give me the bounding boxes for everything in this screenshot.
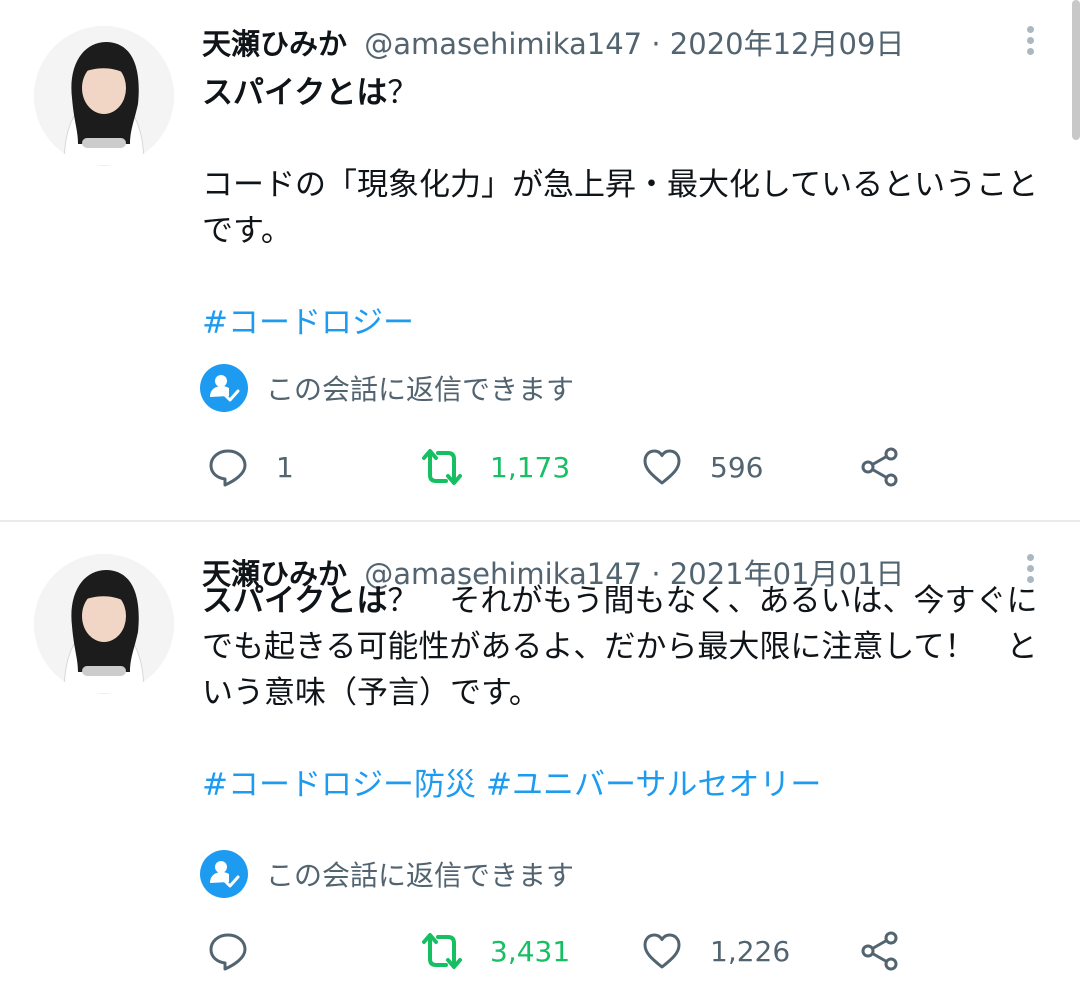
author-name[interactable]: 天瀬ひみか [202, 27, 347, 61]
separator: · [651, 27, 661, 61]
reply-button[interactable] [206, 921, 276, 981]
avatar[interactable] [34, 554, 174, 694]
tweet-card[interactable]: 天瀬ひみか @amasehimika147 · 2020年12月09日 スパイク… [0, 0, 1080, 520]
reply-icon [209, 449, 247, 487]
share-icon [861, 447, 898, 487]
tweet-text: スパイクとは？ コードの「現象化力」が急上昇・最大化しているということです。 #… [202, 70, 1052, 346]
tweet-actions: 3,431 1,226 [200, 921, 920, 981]
tweet-text: スパイクとは？ それがもう間もなく、あるいは、今すぐにでも起きる可能性があるよ、… [202, 578, 1052, 808]
retweet-button[interactable]: 3,431 [418, 921, 570, 981]
like-icon [643, 933, 681, 969]
retweet-button[interactable]: 1,173 [418, 437, 570, 497]
tweet-bold-text: スパイクとは [202, 75, 388, 111]
avatar[interactable] [34, 26, 174, 166]
reply-note-text: この会話に返信できます [266, 373, 575, 406]
more-options-icon[interactable] [1024, 22, 1036, 62]
like-icon [643, 449, 681, 485]
reply-note-text: この会話に返信できます [266, 859, 575, 892]
retweet-count: 3,431 [490, 934, 571, 968]
tweet-date[interactable]: 2020年12月09日 [670, 27, 905, 61]
tweet-card[interactable]: 天瀬ひみか @amasehimika147 · 2021年01月01日 スパイク… [0, 522, 1080, 1006]
reply-button[interactable]: 1 [206, 437, 294, 497]
reply-restriction-note: この会話に返信できます [200, 848, 574, 900]
reply-count: 1 [276, 450, 294, 484]
like-button[interactable]: 1,226 [640, 921, 790, 981]
conversation-restricted-icon [200, 364, 248, 412]
hashtag-list: #コードロジー防災 #ユニバーサルセオリー [202, 762, 1052, 808]
retweet-count: 1,173 [490, 450, 571, 484]
share-button[interactable] [858, 921, 902, 981]
like-button[interactable]: 596 [640, 437, 763, 497]
share-button[interactable] [858, 437, 902, 497]
tweet-header: 天瀬ひみか @amasehimika147 · 2020年12月09日 [202, 24, 904, 64]
reply-icon [209, 933, 247, 971]
author-handle[interactable]: @amasehimika147 [364, 27, 642, 61]
retweet-icon [422, 933, 462, 969]
tweet-first-line: スパイクとは？ [202, 70, 1052, 116]
conversation-restricted-icon [200, 850, 248, 898]
tweet-bold-text: スパイクとは [202, 583, 388, 619]
reply-restriction-note: この会話に返信できます [200, 362, 574, 414]
tweet-paragraph: スパイクとは？ それがもう間もなく、あるいは、今すぐにでも起きる可能性があるよ、… [202, 578, 1052, 716]
tweet-paragraph: コードの「現象化力」が急上昇・最大化しているということです。 [202, 167, 1039, 249]
tweet-text-after-bold: ？ [387, 75, 419, 111]
like-count: 596 [710, 450, 764, 484]
hashtag-link[interactable]: #コードロジー [202, 305, 414, 341]
hashtag-list: #コードロジー [202, 300, 1052, 346]
hashtag-link[interactable]: #ユニバーサルセオリー [486, 767, 821, 803]
like-count: 1,226 [710, 934, 791, 968]
share-icon [861, 931, 898, 971]
hashtag-link[interactable]: #コードロジー防災 [202, 767, 476, 803]
tweet-actions: 1 1,173 596 [200, 437, 920, 497]
retweet-icon [422, 449, 462, 485]
